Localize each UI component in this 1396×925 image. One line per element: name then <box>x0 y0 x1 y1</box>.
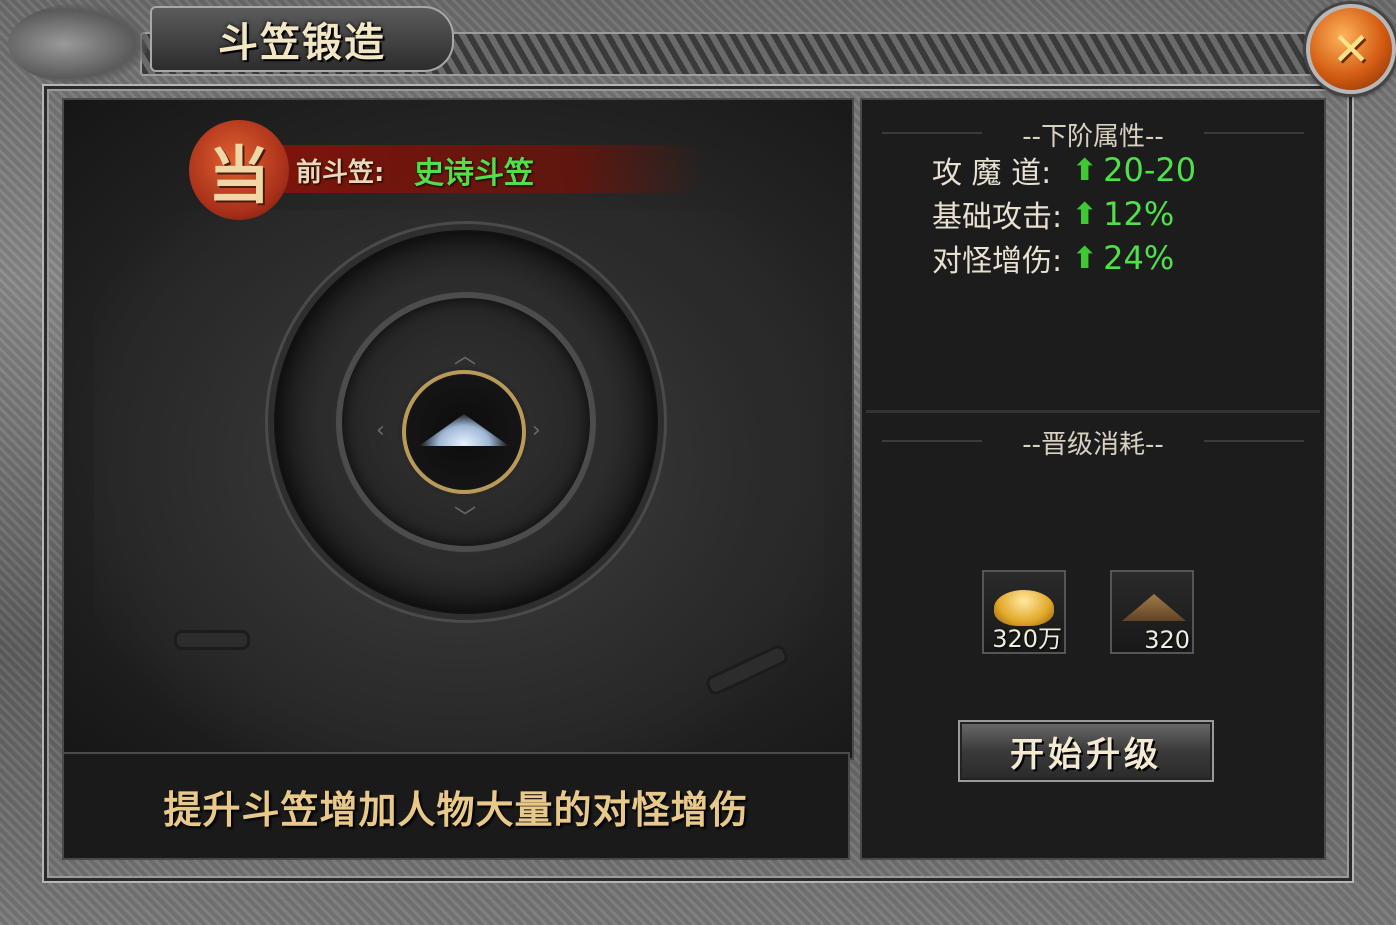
window-title: 斗笠锻造 <box>218 19 386 66</box>
up-arrow-icon: ⬆ <box>1072 240 1098 276</box>
attribute-value: 24% <box>1103 239 1175 277</box>
attribute-row: 攻 魔 道: ⬆ 20-20 <box>932 150 1197 191</box>
arrow-right-icon: › <box>532 418 541 443</box>
info-panel: --下阶属性-- 攻 魔 道: ⬆ 20-20 基础攻击: ⬆ 12% 对怪增伤… <box>860 98 1326 860</box>
section-divider <box>866 410 1320 413</box>
description-bar: 提升斗笠增加人物大量的对怪增伤 <box>62 752 850 860</box>
attribute-value: 12% <box>1103 195 1175 233</box>
current-hat-value: 史诗斗笠 <box>414 156 534 191</box>
cost-item-hat[interactable]: 320 <box>1110 570 1194 654</box>
start-upgrade-button[interactable]: 开始升级 <box>958 720 1214 782</box>
up-arrow-icon: ⬆ <box>1072 152 1098 188</box>
bamboo-hat-icon <box>419 414 509 446</box>
close-button[interactable]: ✕ <box>1306 4 1396 94</box>
cost-quantity: 320万 <box>992 625 1062 653</box>
equipment-slot[interactable] <box>402 370 526 494</box>
arrow-left-icon: ‹ <box>376 418 385 443</box>
cost-item-gold[interactable]: 320万 <box>982 570 1066 654</box>
arrow-up-icon: ︿ <box>454 344 477 369</box>
attribute-label: 攻 魔 道: <box>932 156 1052 191</box>
current-hat-label: 前斗笠: <box>296 158 385 188</box>
current-badge: 当 <box>189 120 289 220</box>
close-x-icon: ✕ <box>1331 22 1371 76</box>
bamboo-hat-icon <box>1122 594 1186 621</box>
start-upgrade-label: 开始升级 <box>1010 734 1162 775</box>
dragon-ornament-icon <box>8 4 148 84</box>
chain-icon <box>174 630 250 650</box>
arrow-down-icon: ﹀ <box>454 506 477 531</box>
title-plate: 斗笠锻造 <box>150 6 454 72</box>
forge-display-panel: ︿ ﹀ ‹ › 当 前斗笠: 史诗斗笠 <box>62 98 854 770</box>
attribute-row: 基础攻击: ⬆ 12% <box>932 194 1175 235</box>
attribute-row: 对怪增伤: ⬆ 24% <box>932 238 1175 279</box>
attribute-label: 基础攻击: <box>932 200 1063 235</box>
description-text: 提升斗笠增加人物大量的对怪增伤 <box>163 787 749 832</box>
upgrade-cost-header: --晋级消耗-- <box>862 424 1324 461</box>
current-badge-char: 当 <box>207 139 270 212</box>
up-arrow-icon: ⬆ <box>1072 196 1098 232</box>
attribute-label: 对怪增伤: <box>932 244 1063 279</box>
attribute-value: 20-20 <box>1103 151 1197 189</box>
cost-quantity: 320 <box>1144 626 1190 654</box>
